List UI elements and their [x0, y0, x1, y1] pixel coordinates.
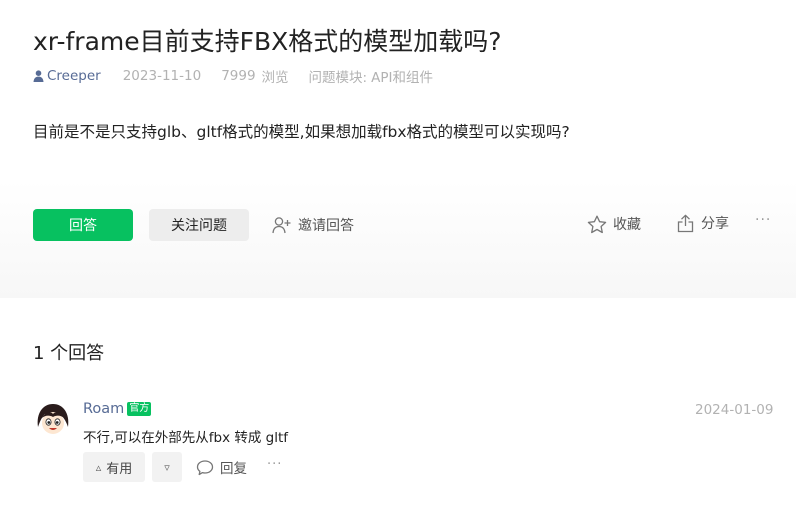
useful-button[interactable]: ▵ 有用 [83, 452, 145, 482]
avatar-icon [35, 401, 71, 437]
question-date: 2023-11-10 [122, 68, 202, 84]
downvote-button[interactable]: ▿ [152, 452, 182, 482]
question-author-name: Creeper [47, 68, 101, 84]
answer-author-name[interactable]: Roam [83, 401, 124, 417]
answer-button[interactable]: 回答 [33, 209, 133, 241]
more-options-button[interactable]: ··· [755, 212, 771, 236]
share-icon [677, 214, 694, 232]
reply-button[interactable]: 回复 [196, 454, 247, 480]
official-badge: 官方 [127, 402, 152, 416]
user-icon [33, 70, 44, 82]
invite-answer-label: 邀请回答 [298, 218, 354, 234]
answer-date: 2024-01-09 [695, 402, 774, 418]
reply-label: 回复 [220, 461, 247, 477]
answers-count: 1 个回答 [33, 343, 105, 364]
downvote-icon: ▿ [164, 460, 170, 474]
question-module-label: 问题模块: [308, 70, 368, 86]
follow-question-button[interactable]: 关注问题 [149, 209, 249, 241]
share-button[interactable]: 分享 [677, 211, 729, 235]
invite-answer-button[interactable]: 邀请回答 [272, 209, 354, 241]
question-author-link[interactable]: Creeper [33, 68, 101, 84]
question-title: xr-frame目前支持FBX格式的模型加载吗? [33, 27, 502, 56]
avatar[interactable] [35, 401, 71, 437]
answer-author: Roam 官方 [83, 401, 152, 417]
upvote-icon: ▵ [95, 460, 102, 474]
answer-more-button[interactable]: ··· [267, 457, 282, 472]
question-views-label: 浏览 [261, 70, 289, 86]
favorite-button[interactable]: 收藏 [587, 212, 641, 236]
star-icon [587, 215, 607, 233]
question-meta: Creeper 2023-11-10 7999 浏览 问题模块: API和组件 [33, 66, 433, 86]
question-views: 7999 [221, 68, 256, 84]
comment-icon [196, 459, 214, 475]
question-module-link[interactable]: API和组件 [371, 66, 433, 86]
share-label: 分享 [701, 216, 729, 232]
useful-label: 有用 [106, 461, 133, 477]
invite-user-icon [272, 217, 291, 234]
question-body: 目前是不是只支持glb、gltf格式的模型,如果想加载fbx格式的模型可以实现吗… [33, 123, 570, 141]
favorite-label: 收藏 [613, 217, 641, 233]
answer-text: 不行,可以在外部先从fbx 转成 gltf [83, 430, 289, 446]
